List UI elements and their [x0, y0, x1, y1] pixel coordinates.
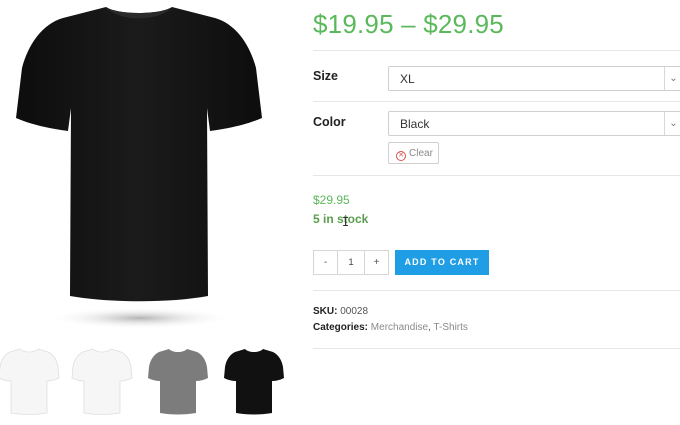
divider: [313, 175, 680, 176]
price-range: $19.95 – $29.95: [313, 9, 504, 39]
chevron-down-icon: ⌄: [664, 67, 680, 90]
quantity-increase-button[interactable]: +: [364, 251, 388, 274]
white-tshirt-thumb-image: [71, 348, 133, 415]
gallery-thumbnails: [0, 345, 290, 425]
divider: [313, 101, 680, 102]
white-tshirt-thumb[interactable]: [71, 345, 133, 417]
size-select-value: XL: [400, 72, 415, 86]
white-tshirt-thumb-image: [0, 348, 60, 415]
black-tshirt-thumb-image: [224, 349, 284, 415]
variation-price: $29.95: [313, 193, 350, 207]
clear-variations-button[interactable]: ✕ Clear: [388, 142, 439, 164]
stock-status: 5 in stock: [313, 212, 369, 226]
quantity-input[interactable]: 1: [338, 251, 364, 274]
white-tshirt-thumb[interactable]: [0, 345, 60, 417]
chevron-down-icon: ⌄: [664, 112, 680, 135]
black-tshirt-image: [16, 7, 262, 329]
color-select-value: Black: [400, 117, 430, 131]
divider: [313, 348, 680, 349]
category-link-t-shirts[interactable]: T-Shirts: [433, 322, 467, 333]
black-tshirt-thumb[interactable]: [223, 345, 285, 417]
product-summary: $19.95 – $29.95 Size XL ⌄ Color Black ⌄ …: [313, 0, 680, 425]
sku-label: SKU:: [313, 306, 338, 317]
size-select[interactable]: XL ⌄: [388, 66, 680, 91]
quantity-stepper[interactable]: - 1 +: [313, 250, 389, 275]
close-circle-icon: ✕: [396, 151, 406, 161]
color-select[interactable]: Black ⌄: [388, 111, 680, 136]
sku-value: 00028: [340, 306, 369, 317]
quantity-decrease-button[interactable]: -: [314, 251, 338, 274]
color-label: Color: [313, 115, 346, 129]
main-product-image[interactable]: [10, 0, 268, 332]
divider: [313, 290, 680, 291]
gray-tshirt-thumb-image: [148, 349, 208, 415]
gray-tshirt-thumb[interactable]: [147, 345, 209, 417]
divider: [313, 50, 680, 51]
product-sku: SKU: 00028: [313, 306, 368, 317]
product-categories: Categories: Merchandise, T-Shirts: [313, 322, 468, 333]
add-to-cart-button[interactable]: ADD TO CART: [395, 250, 489, 275]
category-link-merchandise[interactable]: Merchandise: [371, 322, 428, 333]
size-label: Size: [313, 69, 339, 83]
categories-label: Categories:: [313, 322, 369, 333]
clear-label: Clear: [409, 148, 433, 159]
